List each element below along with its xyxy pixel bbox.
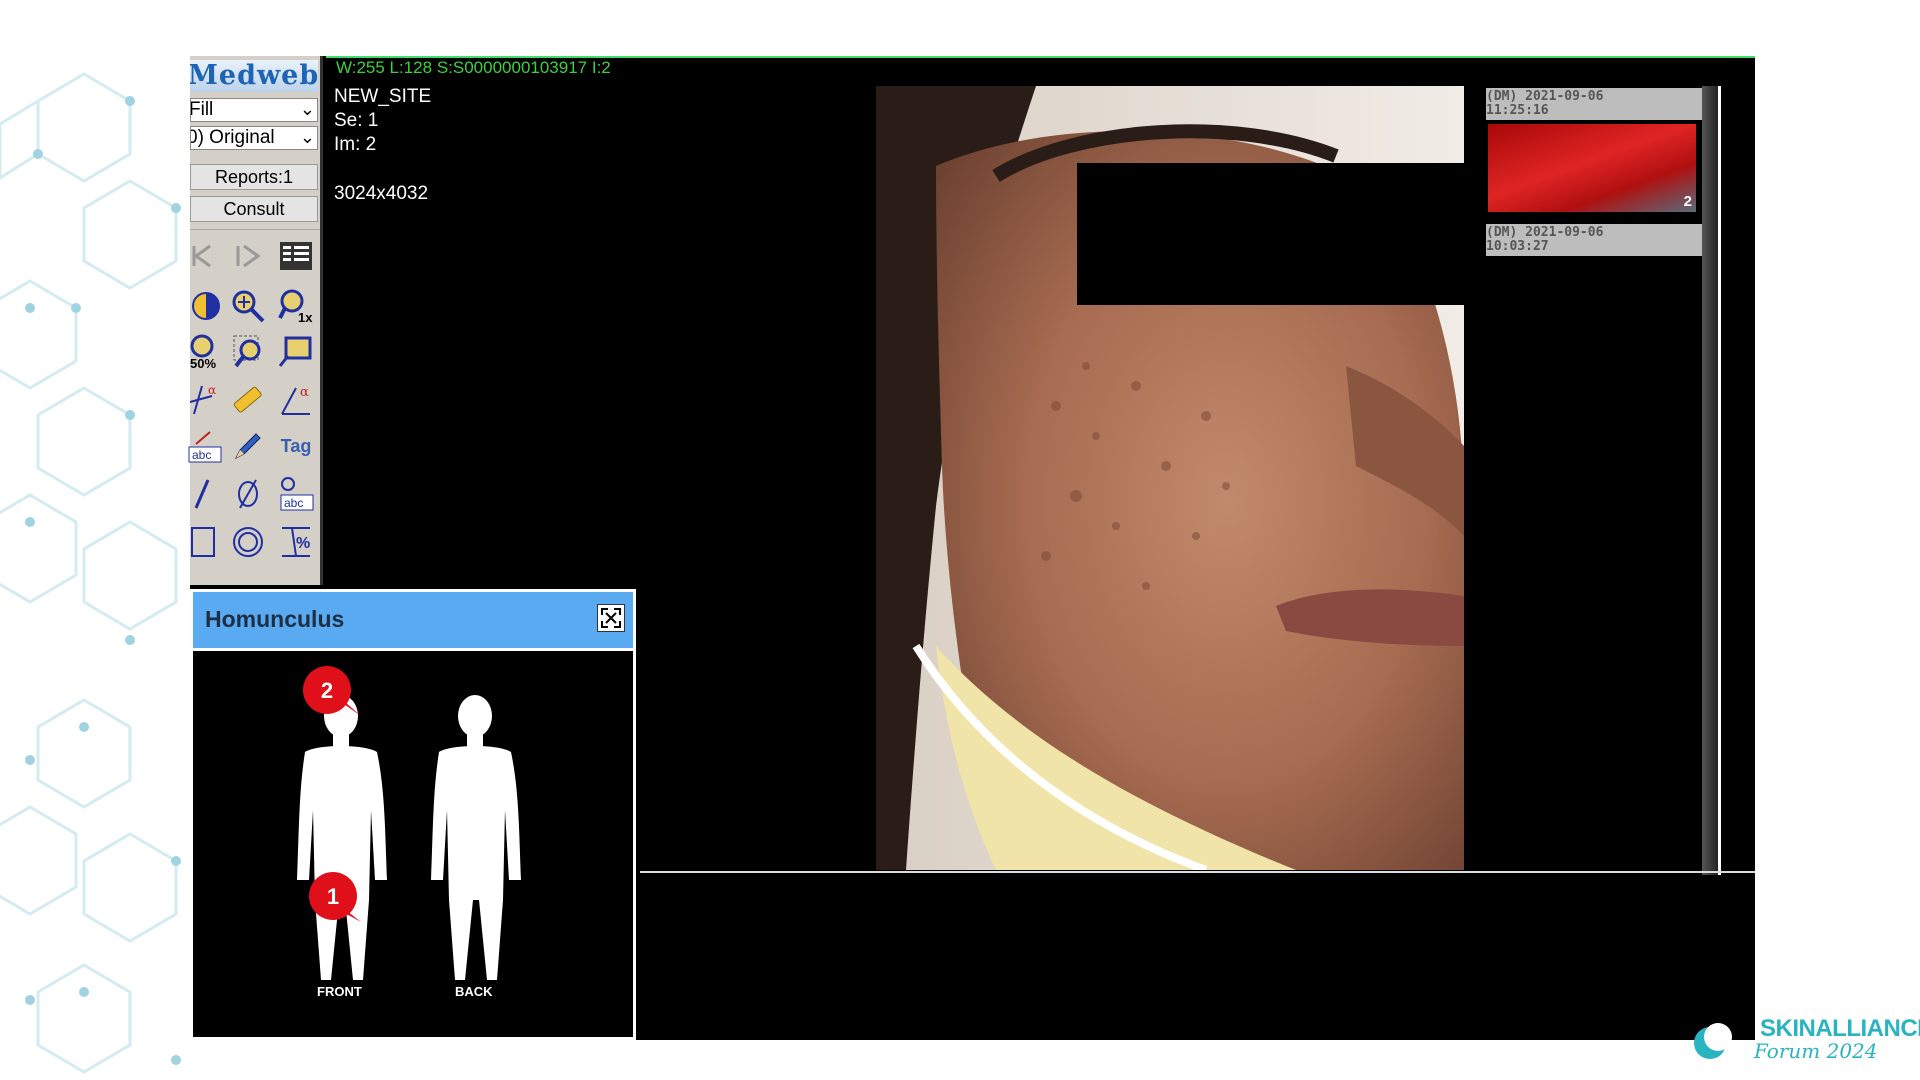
front-label: FRONT — [317, 984, 362, 999]
fit-mode-select[interactable]: Fill ⌄ — [190, 98, 318, 122]
contrast-icon[interactable] — [184, 284, 228, 328]
privacy-redaction-box — [1077, 163, 1464, 305]
thumbnail-date: (DM) 2021-09-06 — [1486, 89, 1604, 104]
angle-icon[interactable]: α — [274, 378, 318, 422]
series-overlay: Se: 1 — [334, 110, 379, 131]
back-figure[interactable] — [431, 695, 521, 980]
image-number-overlay: Im: 2 — [334, 134, 377, 155]
thumbnail-image[interactable]: 2 — [1488, 124, 1696, 212]
site-overlay: NEW_SITE — [334, 86, 432, 107]
back-label: BACK — [455, 984, 493, 999]
medweb-logo: Medweb — [190, 60, 318, 92]
percent-tool-label: % — [296, 535, 310, 552]
homunculus-panel: Homunculus 2 1 FRONT BACK — [190, 589, 636, 1040]
skinalliance-logo: SKINALLIANCE Forum 2024 — [1688, 1015, 1920, 1065]
text-tool-label: abc — [192, 448, 211, 462]
thumbnail-date: (DM) 2021-09-06 — [1486, 225, 1604, 240]
tag-tool[interactable]: Tag — [274, 424, 318, 468]
thumbnail-label[interactable]: (DM) 2021-09-06 11:25:16 — [1486, 88, 1706, 120]
body-map[interactable]: 2 1 — [193, 650, 633, 1040]
diameter-icon[interactable] — [226, 472, 270, 516]
marker-1-label: 1 — [327, 884, 339, 909]
reports-button[interactable]: Reports:1 — [190, 164, 318, 190]
consult-button[interactable]: Consult — [190, 196, 318, 222]
front-figure[interactable] — [297, 695, 387, 980]
magnifier-box-icon[interactable] — [274, 330, 318, 374]
expand-icon[interactable] — [597, 604, 625, 632]
chevron-down-icon: ⌄ — [299, 99, 315, 119]
percent-measure-icon[interactable]: % — [274, 520, 318, 564]
lut-select[interactable]: 0) Original ⌄ — [190, 126, 318, 150]
viewport-divider — [640, 871, 1755, 873]
toolbar-divider — [190, 229, 320, 230]
window-level-overlay: W:255 L:128 S:S0000000103917 I:2 — [336, 58, 611, 77]
thumbnail-time: 11:25:16 — [1486, 103, 1549, 118]
lut-value: 0) Original — [190, 127, 275, 148]
zoom-pan-icon[interactable] — [226, 284, 270, 328]
zoom-50-label: 50% — [190, 356, 216, 370]
brand-subtitle: Forum 2024 — [1754, 1039, 1878, 1063]
zoom-50-icon[interactable]: 50% — [184, 330, 228, 374]
ruler-icon[interactable] — [226, 378, 270, 422]
viewer-toolbar: Medweb Fill ⌄ 0) Original ⌄ Reports:1 Co… — [188, 56, 323, 585]
zoom-region-icon[interactable] — [228, 330, 272, 374]
rectangle-icon[interactable] — [184, 520, 228, 564]
line-icon[interactable] — [184, 472, 228, 516]
cobb-angle-icon[interactable]: α — [184, 378, 228, 422]
next-image-icon[interactable] — [226, 234, 270, 278]
homunculus-title: Homunculus — [205, 606, 345, 632]
pencil-icon[interactable] — [226, 424, 270, 468]
thumbnail-count: 2 — [1683, 193, 1692, 210]
annot-tool-label: abc — [284, 496, 303, 510]
zoom-1x-icon[interactable]: 1x — [274, 284, 318, 328]
thumbnail-label[interactable]: (DM) 2021-09-06 10:03:27 — [1486, 224, 1706, 256]
thumbnail-panel: (DM) 2021-09-06 11:25:16 2 (DM) 2021-09-… — [1484, 86, 1721, 875]
thumbnail-scrollbar[interactable] — [1702, 86, 1718, 875]
svg-text:α: α — [300, 385, 309, 400]
ellipse-icon[interactable] — [226, 520, 270, 564]
layout-grid-icon[interactable] — [274, 234, 318, 278]
brand-mark-icon — [1694, 1023, 1732, 1059]
chevron-down-icon: ⌄ — [299, 127, 315, 147]
marker-2-label: 2 — [321, 678, 333, 703]
homunculus-header: Homunculus — [193, 592, 633, 651]
fit-mode-value: Fill — [190, 99, 214, 120]
zoom-1x-label: 1x — [298, 310, 313, 324]
circle-text-icon[interactable]: abc — [274, 472, 318, 516]
previous-image-icon[interactable] — [182, 234, 226, 278]
svg-text:α: α — [208, 383, 216, 397]
tag-tool-label: Tag — [280, 435, 312, 456]
arrow-text-icon[interactable]: abc — [184, 424, 228, 468]
dimensions-overlay: 3024x4032 — [334, 183, 429, 204]
marker-2[interactable]: 2 — [303, 666, 361, 716]
thumbnail-time: 10:03:27 — [1486, 239, 1549, 254]
